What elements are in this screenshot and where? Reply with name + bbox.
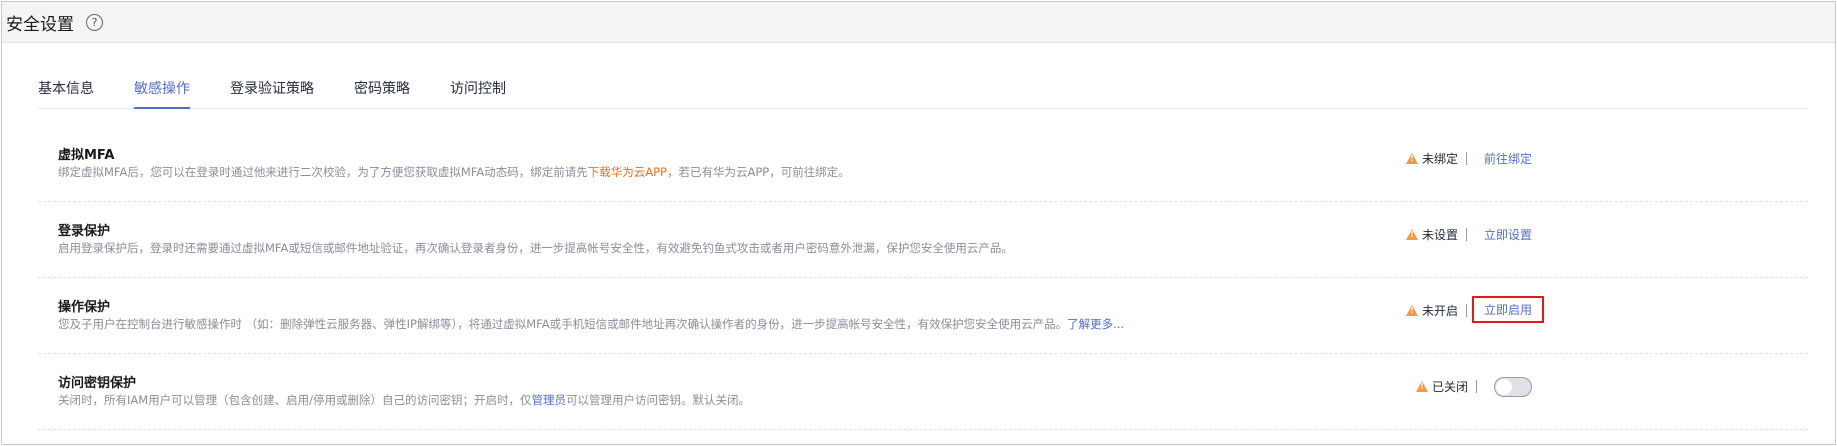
title-bar: 安全设置 ? bbox=[2, 2, 1835, 43]
description-text: 您及子用户在控制台进行敏感操作时 （如：删除弹性云服务器、弹性IP解绑等），将通… bbox=[58, 317, 1068, 331]
warning-icon bbox=[1416, 381, 1428, 392]
row-title: 访问密钥保护 bbox=[58, 376, 137, 391]
divider bbox=[1466, 228, 1467, 241]
status-badge: 未绑定 bbox=[1406, 150, 1458, 167]
divider bbox=[1476, 380, 1477, 393]
status-text: 未开启 bbox=[1422, 304, 1459, 318]
security-settings-frame: 安全设置 ? 基本信息 敏感操作 登录验证策略 密码策略 访问控制 虚拟MFA … bbox=[1, 1, 1836, 445]
list-item-virtual-mfa: 虚拟MFA 绑定虚拟MFA后，您可以在登录时通过他来进行二次校验，为了方便您获取… bbox=[38, 126, 1808, 202]
description-text: 关闭时，所有IAM用户可以管理（包含创建、启用/停用或删除）自己的访问密钥；开启… bbox=[58, 393, 532, 407]
status-text: 已关闭 bbox=[1432, 380, 1469, 394]
description-text: 若已有华为云APP，可前往绑定。 bbox=[678, 165, 850, 179]
status-badge: 已关闭 bbox=[1416, 378, 1468, 395]
divider bbox=[1466, 152, 1467, 165]
page-title: 安全设置 bbox=[6, 14, 74, 35]
warning-icon bbox=[1406, 305, 1418, 316]
description-text: 可以管理用户访问密钥。默认关闭。 bbox=[566, 393, 751, 407]
warning-icon bbox=[1406, 229, 1418, 240]
help-icon[interactable]: ? bbox=[86, 13, 103, 31]
administrator-link[interactable]: 管理员 bbox=[532, 393, 567, 407]
row-description: 关闭时，所有IAM用户可以管理（包含创建、启用/停用或删除）自己的访问密钥；开启… bbox=[58, 392, 750, 408]
row-title: 虚拟MFA bbox=[58, 148, 115, 163]
tab-password-policy[interactable]: 密码策略 bbox=[354, 78, 410, 108]
enable-now-button[interactable]: 立即启用 bbox=[1472, 296, 1545, 323]
row-description: 启用登录保护后，登录时还需要通过虚拟MFA或短信或邮件地址验证，再次确认登录者身… bbox=[58, 241, 1013, 255]
sensitive-operation-list: 虚拟MFA 绑定虚拟MFA后，您可以在登录时通过他来进行二次校验，为了方便您获取… bbox=[38, 126, 1808, 430]
toggle-knob bbox=[1496, 379, 1512, 395]
tab-sensitive-operations[interactable]: 敏感操作 bbox=[134, 78, 190, 109]
description-text: 绑定虚拟MFA后，您可以在登录时通过他来进行二次校验，为了方便您获取虚拟MFA动… bbox=[58, 165, 588, 179]
access-key-protection-toggle[interactable] bbox=[1494, 377, 1532, 397]
tab-login-verification-policy[interactable]: 登录验证策略 bbox=[230, 78, 314, 108]
set-now-button[interactable]: 立即设置 bbox=[1484, 226, 1532, 243]
status-text: 未设置 bbox=[1422, 228, 1459, 242]
learn-more-link[interactable]: 了解更多... bbox=[1067, 317, 1124, 331]
download-app-link[interactable]: 下载华为云APP， bbox=[588, 165, 679, 179]
go-bind-button[interactable]: 前往绑定 bbox=[1484, 150, 1532, 167]
row-description: 您及子用户在控制台进行敏感操作时 （如：删除弹性云服务器、弹性IP解绑等），将通… bbox=[58, 316, 1124, 332]
tab-bar: 基本信息 敏感操作 登录验证策略 密码策略 访问控制 bbox=[38, 78, 1808, 109]
list-item-login-protection: 登录保护 启用登录保护后，登录时还需要通过虚拟MFA或短信或邮件地址验证，再次确… bbox=[38, 202, 1808, 278]
tab-basic-info[interactable]: 基本信息 bbox=[38, 78, 94, 108]
divider bbox=[1466, 304, 1467, 317]
status-badge: 未设置 bbox=[1406, 226, 1458, 243]
list-item-access-key-protection: 访问密钥保护 关闭时，所有IAM用户可以管理（包含创建、启用/停用或删除）自己的… bbox=[38, 354, 1808, 430]
row-title: 登录保护 bbox=[58, 224, 111, 239]
tab-access-control[interactable]: 访问控制 bbox=[450, 78, 506, 108]
row-description: 绑定虚拟MFA后，您可以在登录时通过他来进行二次校验，为了方便您获取虚拟MFA动… bbox=[58, 164, 850, 180]
status-text: 未绑定 bbox=[1422, 152, 1459, 166]
list-item-operation-protection: 操作保护 您及子用户在控制台进行敏感操作时 （如：删除弹性云服务器、弹性IP解绑… bbox=[38, 278, 1808, 354]
warning-icon bbox=[1406, 153, 1418, 164]
row-title: 操作保护 bbox=[58, 300, 111, 315]
status-badge: 未开启 bbox=[1406, 302, 1458, 319]
